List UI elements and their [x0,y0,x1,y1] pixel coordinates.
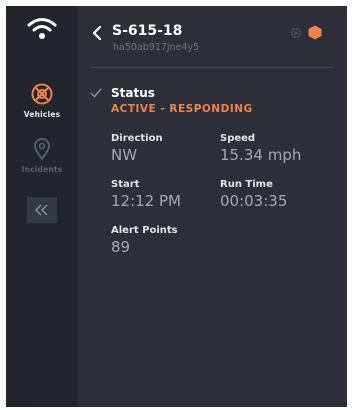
status-value: ACTIVE - RESPONDING [111,103,253,115]
run-time-label: Run Time [220,179,273,190]
wifi-signal-logo-icon [27,18,57,39]
double-chevron-left-icon [35,204,48,216]
collapse-sidebar-button[interactable] [27,197,57,223]
vehicle-target-icon [31,83,53,105]
sidebar-item-label: Incidents [21,165,63,174]
speed-label: Speed [220,133,256,144]
start-label: Start [111,179,140,190]
speed-value: 15.34 mph [220,146,302,164]
alert-points-value: 89 [111,238,131,256]
run-time-value: 00:03:35 [220,192,288,210]
direction-label: Direction [111,133,163,144]
vehicle-id: ha50ab917jne4y5 [113,42,200,53]
alert-points-label: Alert Points [111,225,178,236]
vehicle-detail-panel: S-615-18 ha50ab917jne4y5 Status ACTIVE -… [78,6,347,407]
sidebar-item-vehicles[interactable]: Vehicles [6,82,78,119]
sidebar: Vehicles Incidents [6,6,78,407]
header-divider [90,67,334,68]
gear-icon[interactable] [290,27,302,39]
direction-value: NW [111,146,138,164]
vehicle-title: S-615-18 [112,23,183,39]
app-window: Vehicles Incidents S-615-18 ha50ab917jne… [6,6,347,407]
hexagon-icon [308,25,322,40]
start-value: 12:12 PM [111,192,181,210]
chevron-left-icon[interactable] [92,25,102,41]
sidebar-item-label: Vehicles [23,110,61,119]
check-icon [90,88,102,98]
map-pin-icon [34,138,50,161]
status-label: Status [111,86,155,100]
sidebar-item-incidents[interactable]: Incidents [6,137,78,174]
